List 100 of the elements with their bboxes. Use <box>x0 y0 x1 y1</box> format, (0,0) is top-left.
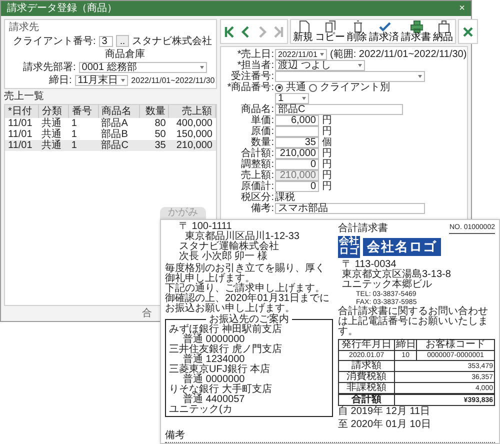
column-header[interactable]: 分類 <box>38 105 68 118</box>
column-header[interactable]: 番号 <box>68 105 98 118</box>
field-label: 締日: <box>49 75 72 86</box>
close-button[interactable]: × <box>459 4 465 14</box>
message-line: 下記の通り、ご請求申し上げます。 <box>165 284 326 294</box>
text-field[interactable]: スマホ部品 <box>275 203 425 214</box>
unit-label: 個 <box>322 137 332 148</box>
toolbar-button[interactable]: 請求書 <box>400 20 432 43</box>
caret-icon <box>302 97 306 100</box>
field-label: 商品名: <box>240 104 275 115</box>
radio-option[interactable]: 共通 <box>275 82 306 93</box>
amount-field[interactable] <box>275 126 319 137</box>
checkmark-icon <box>378 20 390 33</box>
table-cell: 合計額 <box>338 394 395 406</box>
table-cell: 11/01 <box>5 140 39 151</box>
date-field[interactable]: 2022/11/01 <box>275 49 327 60</box>
range-note: (範囲: 2022/11/01~2022/11/30) <box>330 49 467 60</box>
amount-field[interactable]: 0 <box>275 159 319 170</box>
column-header[interactable]: 商品名 <box>98 105 140 118</box>
period-text: 至 2020年 01月 10日 <box>338 420 431 430</box>
closing-select[interactable]: 11月末日 <box>74 75 128 86</box>
bank-line: 普通 0000000 <box>183 335 246 345</box>
bank-line: 三菱東京UFJ銀行 本店 <box>169 365 272 375</box>
bank-line: ユニテック(カ <box>169 405 234 415</box>
table-cell: 非課税額 <box>338 382 395 394</box>
unit-label: 円 <box>322 115 332 126</box>
table-cell: 400,000 <box>168 118 216 129</box>
caret-icon <box>200 66 204 69</box>
sender-line: 東京都文京区湯島3-13-8 <box>341 270 452 280</box>
column-header[interactable]: 売上額 <box>168 105 216 118</box>
column-header[interactable]: *日付 <box>5 105 39 118</box>
message-line: 毎度格別のお引き立てを賜り、厚く御礼申し上げます。 <box>165 264 326 284</box>
caret-icon <box>418 75 422 78</box>
document-title: 合計請求書 <box>338 224 388 234</box>
table-cell: 35 <box>139 140 169 151</box>
table-cell: 1 <box>68 140 98 151</box>
field-label: 合計額: <box>240 148 275 159</box>
amount-field[interactable]: 210,000 <box>275 148 319 159</box>
department-select[interactable]: 0001 総務部 <box>78 62 207 73</box>
list-row[interactable]: 11/01 共通 1 部品C 35 210,000 <box>5 140 216 151</box>
section-title: 売上一覧 <box>4 91 45 102</box>
toolbar-button[interactable]: 納品 <box>432 20 454 43</box>
field-label: *売上日: <box>236 49 275 60</box>
toolbar-button[interactable]: 削除 <box>346 20 368 43</box>
amount-field[interactable]: 35 <box>275 137 319 148</box>
amount-field[interactable]: 0 <box>275 181 319 192</box>
bank-line: 普通 4400057 <box>183 395 246 405</box>
inquiry-note: 合計請求書に関するお問い合わせは上記電話番号にお願いいたします。 <box>338 307 489 337</box>
table-cell: 共通 <box>38 129 68 140</box>
bank-line: 三井住友銀行 虎ノ門支店 <box>169 345 283 355</box>
warehouse-name: 商品倉庫 <box>105 49 145 60</box>
table-cell: 請求額 <box>338 360 395 372</box>
printer-icon <box>410 20 422 33</box>
toolbar-button[interactable]: コピー <box>314 20 346 43</box>
remarks-label: 備考 <box>165 431 495 443</box>
list-row[interactable]: 11/01 共通 1 部品A 80 400,000 <box>5 118 216 129</box>
table-cell: 11/01 <box>5 118 39 129</box>
message-line: 御確認の上、2020年01月31日までにお振込お願い申し上げます。 <box>165 294 330 314</box>
toolbar-button[interactable]: 請求済 <box>368 20 400 43</box>
table-cell: 11/01 <box>5 129 39 140</box>
field-label: 原価: <box>250 126 275 137</box>
field-label: 単価: <box>250 115 275 126</box>
client-number-field[interactable]: 3 <box>98 36 113 46</box>
table-cell: 50 <box>139 129 169 140</box>
last-icon <box>271 24 285 38</box>
product-number-select[interactable]: 1 <box>275 93 309 104</box>
text-field[interactable]: 部品C <box>275 104 403 115</box>
first-icon <box>223 24 237 38</box>
amount-field[interactable]: 6,000 <box>275 115 319 126</box>
field-label: 受注番号: <box>231 71 275 82</box>
staff-select[interactable]: 渡辺 つよし <box>275 60 365 71</box>
table-cell: 部品A <box>98 118 140 129</box>
period-text: 自 2019年 12月 11日 <box>338 407 430 417</box>
bank-line: 普通 0000000 <box>183 375 245 385</box>
window-title: 請求データ登録（商品） <box>7 3 117 14</box>
column-header[interactable]: 数量 <box>139 105 169 118</box>
sender-line: ユニテック本郷ビル <box>341 280 433 290</box>
table-cell: 210,000 <box>168 140 216 151</box>
page-icon <box>296 20 310 33</box>
caret-icon <box>320 53 324 56</box>
table-cell: 80 <box>139 118 169 129</box>
radio-option[interactable]: クライアント別 <box>309 82 390 93</box>
field-value: 課税 <box>275 192 295 203</box>
unit-label: 円 <box>322 148 332 159</box>
list-row[interactable]: 11/01 共通 1 部品B 50 150,000 <box>5 129 216 140</box>
field-label: 税区分: <box>240 192 275 203</box>
group-legend: 請求先 <box>9 22 212 33</box>
order-select[interactable] <box>275 71 425 82</box>
field-label: *商品番号: <box>226 82 275 93</box>
field-label: 数量: <box>250 137 275 148</box>
table-cell: 共通 <box>38 140 68 151</box>
toolbar-button[interactable]: 新規 <box>292 20 314 43</box>
table-header: 発行年月日 <box>338 340 395 350</box>
field-label: *担当者: <box>237 60 275 71</box>
table-cell: 部品C <box>98 140 140 151</box>
table-cell: 消費税額 <box>338 372 395 382</box>
recipient-line: 次長 小次郎 卯一 様 <box>179 252 268 262</box>
box-icon <box>436 20 450 33</box>
lookup-button[interactable]: .. <box>116 35 129 47</box>
table-cell: 150,000 <box>168 129 216 140</box>
